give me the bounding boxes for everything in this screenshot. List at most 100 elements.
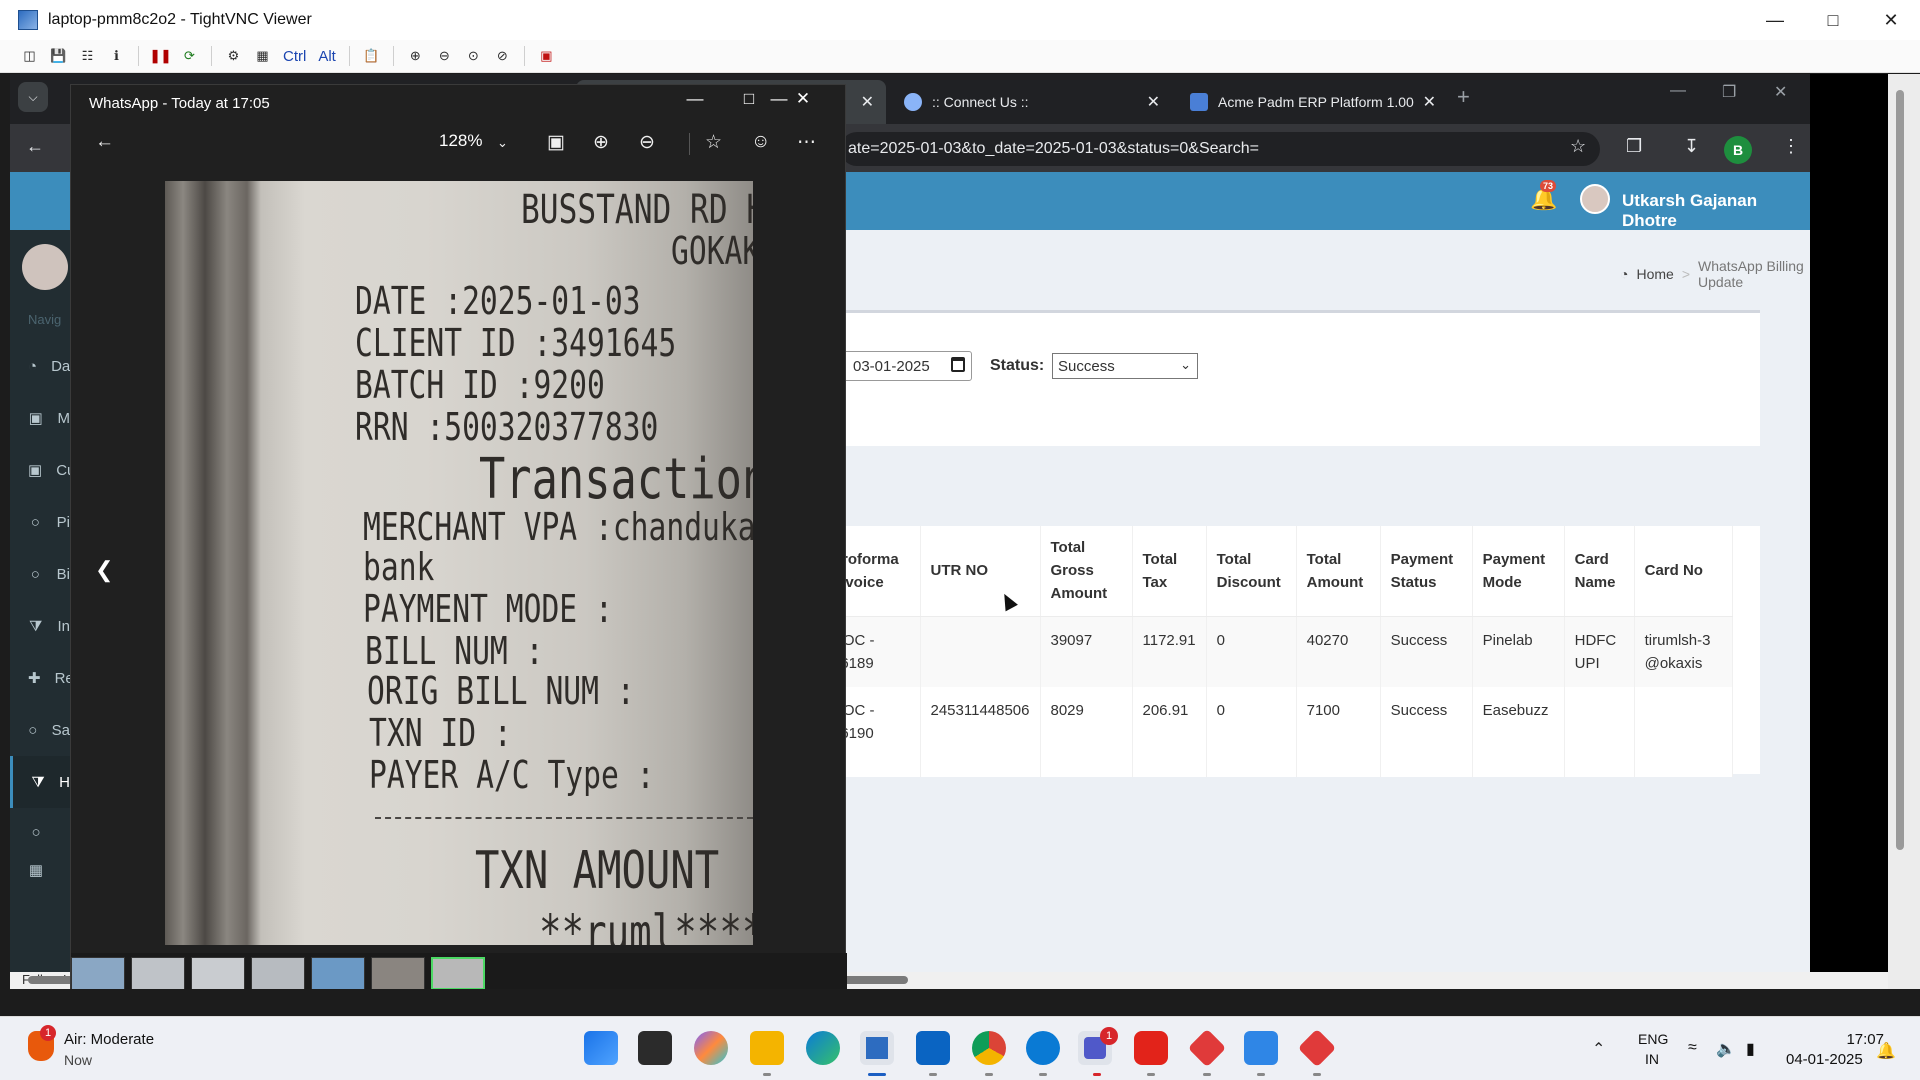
clipboard-icon[interactable]: 📋 — [360, 45, 383, 68]
maximize-button[interactable]: □ — [1804, 0, 1862, 40]
edge-icon[interactable] — [806, 1031, 840, 1065]
previous-image-icon[interactable]: ❮ — [95, 557, 113, 583]
close-tab-icon[interactable]: ✕ — [861, 92, 874, 112]
ctrl-esc-icon[interactable]: ▦ — [251, 45, 274, 68]
zoom-level[interactable]: 128% — [439, 131, 482, 151]
outlook-icon[interactable] — [916, 1031, 950, 1065]
fit-to-window-icon[interactable]: ▣ — [547, 131, 565, 154]
browser-menu-icon[interactable]: ⋮ — [1782, 136, 1800, 157]
extensions-icon[interactable]: ❐ — [1626, 136, 1642, 157]
back-icon[interactable]: ← — [26, 136, 44, 157]
col-payment-mode[interactable]: Payment Mode — [1472, 526, 1565, 617]
breadcrumb-home[interactable]: Home — [1636, 266, 1673, 282]
status-select[interactable]: Success ⌄ — [1052, 353, 1198, 379]
weather-title[interactable]: Air: Moderate — [64, 1031, 154, 1048]
browser-restore-icon[interactable]: ❐ — [1722, 82, 1736, 102]
pause-icon[interactable]: ❚❚ — [149, 45, 172, 68]
sidebar-item-cu[interactable]: ▣ Cu — [10, 444, 75, 496]
sidebar-item-sa[interactable]: ○ Sa — [10, 704, 70, 756]
wifi-icon[interactable]: ≈ — [1688, 1039, 1697, 1057]
photos-restore-button[interactable]: □ — [727, 89, 771, 109]
zoom-fit-icon[interactable]: ⊘ — [491, 45, 514, 68]
new-tab-icon[interactable]: + — [1457, 84, 1470, 110]
remote-desktop[interactable]: ⌵ ✕ :: Connect Us :: ✕ Acme Padm ERP Pla… — [10, 74, 1888, 989]
thumbnail[interactable] — [371, 957, 425, 989]
close-button[interactable]: ✕ — [1862, 0, 1920, 40]
refresh-icon[interactable]: ⟳ — [178, 45, 201, 68]
table-row[interactable]: DOC - 16189 39097 1172.91 0 40270 Succes… — [822, 616, 1733, 687]
col-card-no[interactable]: Card No — [1634, 526, 1733, 617]
col-card-name[interactable]: Card Name — [1564, 526, 1635, 617]
download-icon[interactable]: ↧ — [1684, 136, 1699, 157]
emoji-icon[interactable]: ☺ — [751, 131, 770, 153]
sidebar-item-dashboard[interactable]: ◔ Da — [10, 340, 70, 392]
zoom-out-icon[interactable]: ⊖ — [433, 45, 456, 68]
photos-minimize-ctl[interactable]: — — [673, 89, 717, 109]
sidebar-item-re[interactable]: ✚ Re — [10, 652, 74, 704]
fullscreen-icon[interactable]: ▣ — [535, 45, 558, 68]
sidebar-item-m[interactable]: ▣ M — [10, 392, 70, 444]
user-avatar[interactable] — [1580, 184, 1610, 214]
browser-minimize-icon[interactable]: — — [1670, 82, 1686, 100]
clock-date[interactable]: 04-01-2025 — [1786, 1051, 1863, 1068]
thumbnail[interactable] — [311, 957, 365, 989]
bookmark-star-icon[interactable]: ☆ — [1570, 136, 1586, 157]
photos-close-button[interactable]: ✕ — [781, 89, 825, 109]
minimize-button[interactable]: — — [1746, 0, 1804, 40]
col-total-discount[interactable]: Total Discount — [1206, 526, 1297, 617]
thumbnail[interactable] — [71, 957, 125, 989]
profile-avatar[interactable]: B — [1724, 136, 1752, 164]
thumbnail[interactable] — [131, 957, 185, 989]
zoom-in-icon[interactable]: ⊕ — [593, 131, 609, 154]
calendar-icon[interactable] — [951, 357, 965, 372]
more-options-icon[interactable]: ⋯ — [797, 131, 816, 154]
copilot-icon[interactable] — [694, 1031, 728, 1065]
start-icon[interactable] — [584, 1031, 618, 1065]
wps-office-icon[interactable] — [1134, 1031, 1168, 1065]
col-total-tax[interactable]: Total Tax — [1132, 526, 1207, 617]
clock-time[interactable]: 17:07 — [1808, 1031, 1884, 1048]
file-explorer-icon[interactable] — [750, 1031, 784, 1065]
sidebar-item-bi[interactable]: ○ Bi — [10, 548, 70, 600]
close-tab-icon[interactable]: ✕ — [1423, 92, 1436, 112]
sidebar-item-in[interactable]: ⧩ In — [10, 600, 70, 652]
ctrl-key-button[interactable]: Ctrl — [280, 45, 309, 68]
notification-bell-icon[interactable]: 🔔 — [1876, 1041, 1896, 1061]
save-icon[interactable]: 💾 — [47, 45, 70, 68]
new-connection-icon[interactable]: ◫ — [18, 45, 41, 68]
vnc-vertical-scrollbar[interactable] — [1896, 90, 1904, 850]
thumbnail[interactable] — [191, 957, 245, 989]
tray-overflow-chevron-icon[interactable]: ⌃ — [1592, 1039, 1605, 1059]
zoom-100-icon[interactable]: ⊙ — [462, 45, 485, 68]
sidebar-item-pi[interactable]: ○ Pi — [10, 496, 70, 548]
user-name[interactable]: Utkarsh Gajanan Dhotre — [1622, 191, 1810, 231]
col-utr-no[interactable]: UTR NO — [920, 526, 1041, 617]
zoom-out-icon[interactable]: ⊖ — [639, 131, 655, 154]
zoom-chevron-down-icon[interactable]: ⌄ — [497, 135, 508, 151]
battery-icon[interactable]: ▮ — [1746, 1039, 1755, 1059]
browser-close-icon[interactable]: ✕ — [1774, 82, 1787, 102]
task-view-icon[interactable] — [638, 1031, 672, 1065]
sidebar-item-h[interactable]: ⧩ H — [10, 756, 70, 808]
tab-search-icon[interactable]: ⌵ — [18, 82, 48, 112]
chrome-icon[interactable] — [972, 1031, 1006, 1065]
anydesk-icon-2[interactable] — [1297, 1028, 1337, 1068]
col-total-gross-amount[interactable]: Total Gross Amount — [1040, 526, 1133, 617]
favorite-star-icon[interactable]: ☆ — [705, 131, 722, 154]
address-bar[interactable]: ate=2025-01-03&to_date=2025-01-03&status… — [840, 132, 1600, 166]
volume-icon[interactable]: 🔈 — [1716, 1039, 1736, 1059]
sidebar-subitem-table[interactable]: ▦ — [10, 850, 70, 890]
tab-connect-us[interactable]: :: Connect Us :: ✕ — [890, 80, 1172, 124]
notepad-icon[interactable] — [1244, 1031, 1278, 1065]
alt-key-button[interactable]: Alt — [315, 45, 339, 68]
options-icon[interactable]: ☷ — [76, 45, 99, 68]
close-tab-icon[interactable]: ✕ — [1147, 92, 1160, 112]
table-row[interactable]: DOC - 16190 245311448506 8029 206.91 0 7… — [822, 686, 1733, 777]
phone-app-icon[interactable] — [1026, 1031, 1060, 1065]
tab-erp-platform[interactable]: Acme Padm ERP Platform 1.00 ✕ — [1176, 80, 1448, 124]
ctrl-alt-del-icon[interactable]: ⚙ — [222, 45, 245, 68]
thumbnail-selected[interactable] — [431, 957, 485, 989]
language-indicator[interactable]: ENG — [1638, 1031, 1668, 1047]
to-date-input[interactable]: 03-01-2025 — [842, 351, 972, 381]
thumbnail[interactable] — [251, 957, 305, 989]
